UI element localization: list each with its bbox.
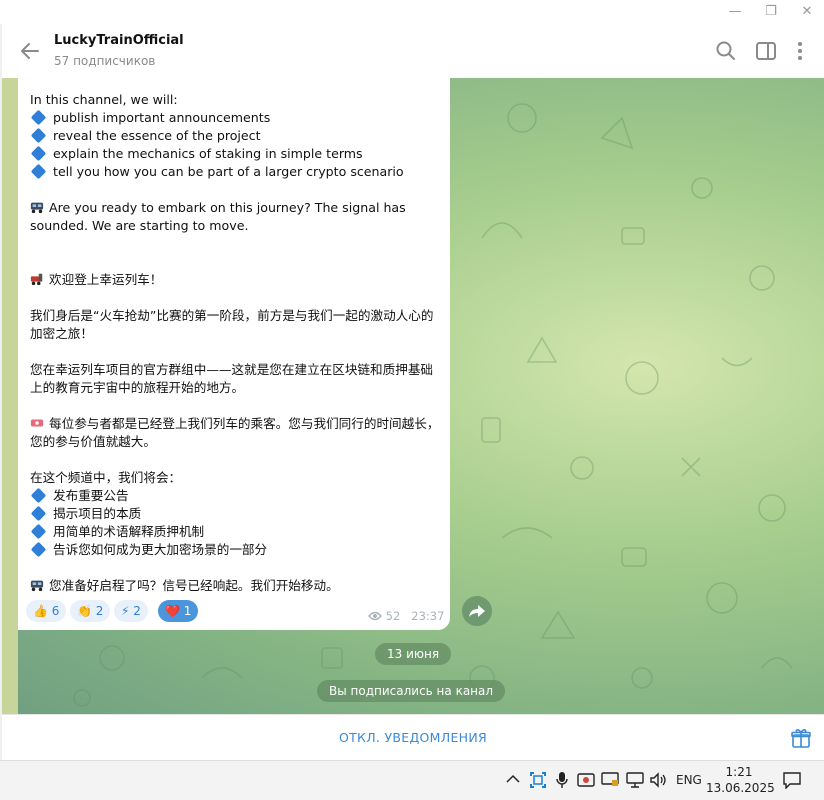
train-icon [30, 580, 44, 592]
search-icon[interactable] [714, 39, 738, 63]
mute-notifications-button[interactable]: ОТКЛ. УВЕДОМЛЕНИЯ [2, 715, 824, 761]
screen-capture-icon[interactable] [529, 771, 547, 789]
message-text: In this channel, we will: publish import… [30, 91, 440, 595]
volume-icon[interactable] [649, 771, 667, 789]
close-button[interactable]: ✕ [792, 2, 822, 22]
system-clock[interactable]: 1:21 13.06.2025 [706, 764, 775, 796]
microphone-icon[interactable] [555, 771, 569, 789]
en-item-1: publish important announcements [53, 110, 271, 125]
en-item-2: reveal the essence of the project [53, 128, 261, 143]
eye-icon [368, 611, 382, 621]
restore-button[interactable]: ❐ [756, 2, 786, 22]
subscribed-notice: Вы подписались на канал [317, 680, 506, 702]
en-intro: In this channel, we will: [30, 92, 178, 107]
date-separator: 13 июня [375, 643, 452, 665]
reaction-count: 2 [95, 604, 104, 618]
clock-time: 1:21 [725, 765, 753, 779]
zh-item-1: 发布重要公告 [53, 488, 129, 503]
thumbs-up-icon: 👍 [33, 604, 48, 618]
zh-paragraph-2: 您在幸运列车项目的官方群组中——这就是您在建立在区块链和质押基础上的教育元宇宙中… [30, 362, 433, 395]
blue-diamond-icon [30, 505, 47, 522]
reaction-heart[interactable]: ❤️ 1 [158, 600, 199, 622]
view-count: 52 [385, 609, 401, 623]
reaction-thumbs-up[interactable]: 👍 6 [26, 600, 67, 622]
notifications-icon[interactable] [782, 771, 802, 789]
steam-locomotive-icon [30, 273, 43, 286]
blue-diamond-icon [30, 541, 47, 558]
train-icon [30, 202, 44, 214]
monitor-lock-icon[interactable] [601, 771, 619, 789]
app-tray-icon[interactable] [577, 771, 595, 789]
bottom-bar: ОТКЛ. УВЕДОМЛЕНИЯ [2, 714, 824, 761]
reaction-clap[interactable]: 👏 2 [70, 600, 111, 622]
language-indicator[interactable]: ENG [676, 773, 702, 793]
message-meta: 52 23:37 [368, 609, 444, 623]
minimize-button[interactable]: — [720, 2, 750, 22]
reaction-count: 1 [183, 604, 192, 618]
clock-date: 13.06.2025 [706, 781, 775, 795]
zh-item-4: 告诉您如何成为更大加密场景的一部分 [53, 542, 268, 557]
reaction-count: 2 [133, 604, 141, 618]
channel-title[interactable]: LuckyTrainOfficial [54, 33, 184, 48]
share-arrow-icon [469, 605, 485, 617]
chat-area[interactable]: In this channel, we will: publish import… [2, 78, 824, 714]
lightning-icon: ⚡ [121, 604, 130, 618]
heart-icon: ❤️ [165, 604, 180, 618]
gift-icon[interactable] [790, 727, 812, 749]
subscriber-count: 57 подписчиков [54, 54, 156, 68]
forward-button[interactable] [462, 596, 492, 626]
network-icon[interactable] [626, 771, 644, 789]
zh-item-2: 揭示项目的本质 [53, 506, 142, 521]
en-item-3: explain the mechanics of staking in simp… [53, 146, 363, 161]
ticket-icon [30, 419, 44, 427]
reaction-count: 6 [51, 604, 60, 618]
message-time: 23:37 [411, 609, 445, 623]
back-arrow-icon[interactable] [18, 39, 42, 63]
sidebar-toggle-icon[interactable] [754, 39, 778, 63]
blue-diamond-icon [30, 487, 47, 504]
blue-diamond-icon [30, 145, 47, 162]
zh-paragraph-3: 每位参与者都是已经登上我们列车的乘客。您与我们同行的时间越长，您的参与价值就越大… [30, 416, 440, 449]
en-outro: Are you ready to embark on this journey?… [30, 200, 410, 233]
zh-paragraph-1: 我们身后是“火车抢劫”比赛的第一阶段，前方是与我们一起的激动人心的加密之旅！ [30, 308, 434, 341]
chat-header: LuckyTrainOfficial 57 подписчиков [2, 24, 824, 79]
window-titlebar: — ❐ ✕ [0, 0, 824, 24]
more-options-icon[interactable] [788, 39, 812, 63]
message-bubble[interactable]: In this channel, we will: publish import… [18, 78, 450, 630]
chevron-up-icon[interactable] [506, 774, 520, 784]
chat-left-edge [2, 78, 18, 714]
blue-diamond-icon [30, 127, 47, 144]
zh-welcome: 欢迎登上幸运列车！ [49, 272, 163, 287]
zh-outro: 您准备好启程了吗？信号已经响起。我们开始移动。 [49, 578, 339, 593]
en-item-4: tell you how you can be part of a larger… [53, 164, 404, 179]
clap-icon: 👏 [77, 604, 92, 618]
blue-diamond-icon [30, 109, 47, 126]
zh-intro: 在这个频道中，我们将会： [30, 470, 182, 485]
blue-diamond-icon [30, 163, 47, 180]
reaction-lightning[interactable]: ⚡ 2 [114, 600, 148, 622]
zh-item-3: 用简单的术语解释质押机制 [53, 524, 205, 539]
blue-diamond-icon [30, 523, 47, 540]
os-taskbar: ENG 1:21 13.06.2025 [0, 760, 824, 800]
